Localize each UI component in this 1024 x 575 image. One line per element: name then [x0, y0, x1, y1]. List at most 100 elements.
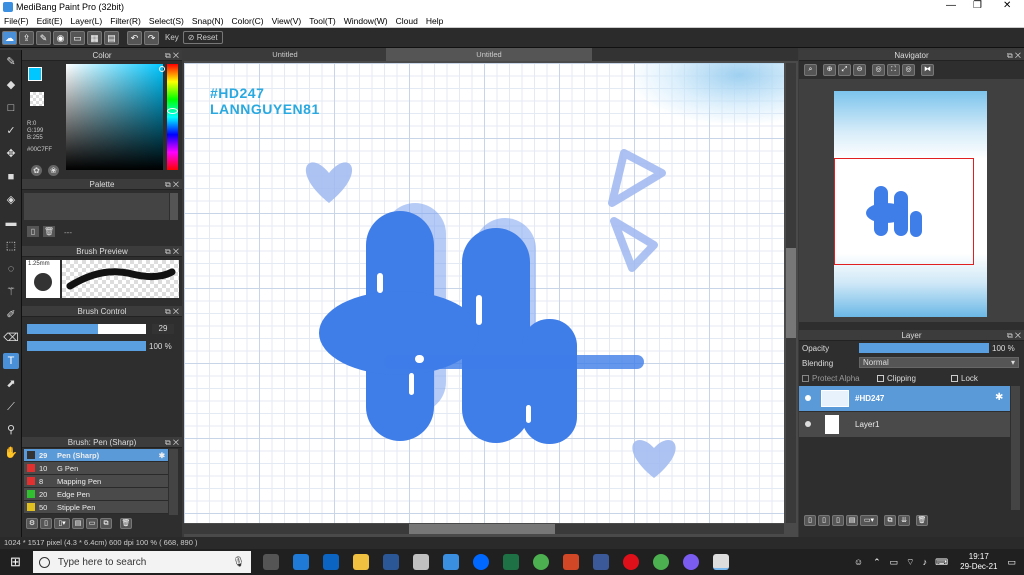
close-button[interactable]: ✕ — [1003, 0, 1011, 11]
halftone-layer-icon[interactable]: ▤ — [846, 515, 858, 526]
transparent-color-swatch[interactable] — [30, 92, 44, 106]
drawing-canvas[interactable]: #HD247 LANNGUYEN81 — [184, 63, 784, 523]
brush-item[interactable]: 8 Mapping Pen — [24, 475, 168, 488]
canvas-vertical-scrollbar[interactable] — [786, 63, 796, 523]
app-grid-icon[interactable] — [412, 554, 429, 570]
zoom-full-icon[interactable]: ⤢ — [838, 64, 851, 76]
merge-layer-icon[interactable]: ⇊ — [898, 515, 910, 526]
fill-rect-icon[interactable]: ■ — [3, 169, 19, 185]
add-brush-icon[interactable]: ▯▾ — [54, 517, 70, 529]
rotate-right-icon[interactable]: ◎ — [902, 64, 915, 76]
battery-icon[interactable]: ▭ — [890, 557, 899, 568]
tile-icon[interactable]: ▤ — [104, 30, 119, 45]
maximize-button[interactable]: ❐ — [973, 0, 982, 11]
menu-select[interactable]: Select(S) — [145, 16, 188, 26]
tab-untitled-2[interactable]: Untitled — [386, 48, 592, 61]
navigator-viewport-rect[interactable] — [834, 158, 974, 265]
volume-icon[interactable]: ♪ — [923, 557, 928, 567]
color-wheel-icon[interactable]: ✿ — [31, 165, 42, 176]
menu-cloud[interactable]: Cloud — [392, 16, 422, 26]
menu-filter[interactable]: Filter(R) — [106, 16, 145, 26]
chrome-icon[interactable] — [532, 554, 549, 570]
redo-icon[interactable]: ↷ — [144, 30, 159, 45]
brush-size-value[interactable]: 29 — [152, 324, 174, 334]
edge-browser-icon[interactable] — [292, 554, 309, 570]
zalo-icon[interactable] — [472, 554, 489, 570]
eye-icon[interactable] — [805, 395, 811, 401]
gradient-tool-icon[interactable]: ▬ — [3, 215, 19, 231]
duplicate-layer-icon[interactable]: ⧉ — [884, 515, 896, 526]
rotate-left-icon[interactable]: ◎ — [872, 64, 885, 76]
navigator-close-icon[interactable]: ⧉ ✕ — [1007, 50, 1021, 61]
protect-alpha-toggle[interactable]: Protect Alpha — [802, 374, 860, 383]
brush-item[interactable]: 50 Stipple Pen — [24, 501, 168, 514]
menu-edit[interactable]: Edit(E) — [33, 16, 67, 26]
reset-button[interactable]: ⊘ Reset — [182, 31, 223, 44]
magic-wand-icon[interactable]: ⚚ — [3, 284, 19, 300]
brush-size-slider[interactable] — [27, 324, 146, 334]
layer-row[interactable]: Layer1 — [799, 412, 1010, 437]
menu-file[interactable]: File(F) — [0, 16, 33, 26]
messenger-icon[interactable] — [682, 554, 699, 570]
window-icon[interactable]: ▭ — [70, 30, 85, 45]
new-brush-icon[interactable]: ▯ — [40, 517, 52, 529]
color-saturation-field[interactable] — [66, 64, 163, 170]
lock-checkbox[interactable] — [951, 375, 958, 382]
new-palette-icon[interactable]: ▯ — [27, 226, 39, 237]
clock[interactable]: 19:17 29-Dec-21 — [960, 552, 997, 572]
foreground-color-swatch[interactable] — [28, 67, 42, 81]
zoom-in-icon[interactable]: ⊕ — [823, 64, 836, 76]
flip-icon[interactable]: ⧓ — [921, 64, 934, 76]
hue-slider[interactable] — [167, 64, 178, 170]
eraser-tool-icon[interactable]: ◆ — [3, 77, 19, 93]
menu-view[interactable]: View(V) — [268, 16, 306, 26]
color-palette-icon[interactable]: ❀ — [48, 165, 59, 176]
zoom-fit-icon[interactable]: ⌕ — [804, 64, 817, 76]
layer-panel-close-icon[interactable]: ⧉ ✕ — [1007, 330, 1021, 341]
menu-help[interactable]: Help — [422, 16, 447, 26]
windows-start-icon[interactable]: ⊞ — [10, 554, 21, 570]
keyboard-lang-icon[interactable]: ⌨ — [935, 557, 948, 568]
horizontal-scroll-thumb[interactable] — [409, 524, 555, 534]
select-eraser-icon[interactable]: ⌫ — [3, 330, 19, 346]
fit-window-icon[interactable]: ⛶ — [887, 64, 900, 76]
color-picker-cursor[interactable] — [159, 66, 165, 72]
undo-icon[interactable]: ↶ — [127, 30, 142, 45]
facebook-icon[interactable] — [592, 554, 609, 570]
layer-settings-gear-icon[interactable]: ✱ — [995, 392, 1003, 403]
zoom-out-icon[interactable]: ⊖ — [853, 64, 866, 76]
medibang-taskbar-icon[interactable] — [712, 554, 729, 570]
palette-swatch-area[interactable] — [24, 193, 169, 220]
palette-scrollbar[interactable] — [170, 193, 178, 220]
check-tool-icon[interactable]: ✓ — [3, 123, 19, 139]
notification-icon[interactable]: ▭ — [1007, 557, 1016, 568]
network-app-icon[interactable] — [442, 554, 459, 570]
tray-chevron-up-icon[interactable]: ⌃ — [873, 557, 881, 568]
operation-tool-icon[interactable]: ⬈ — [3, 376, 19, 392]
new-layer-icon[interactable]: ▯ — [804, 515, 816, 526]
eye-icon[interactable] — [805, 421, 811, 427]
select-pen-icon[interactable]: ✐ — [3, 307, 19, 323]
export-icon[interactable]: ⇪ — [19, 30, 34, 45]
taskbar-search-box[interactable]: Type here to search 🎙 — [32, 551, 251, 573]
delete-layer-icon[interactable]: 🗑 — [916, 515, 928, 526]
powerpoint-icon[interactable] — [562, 554, 579, 570]
wifi-icon[interactable]: ⌔ — [906, 557, 914, 568]
brush-list-scrollbar[interactable] — [169, 449, 178, 515]
word-icon[interactable] — [382, 554, 399, 570]
brush-control-close-icon[interactable]: ⧉ ✕ — [165, 306, 179, 317]
menu-window[interactable]: Window(W) — [340, 16, 392, 26]
protect-alpha-checkbox[interactable] — [802, 375, 809, 382]
panel-close-icon[interactable]: ⧉ ✕ — [165, 50, 179, 61]
duplicate-brush-icon[interactable]: ⧉ — [100, 517, 112, 529]
brush-item[interactable]: 29 Pen (Sharp) ✱ — [24, 449, 168, 462]
vertical-scroll-thumb[interactable] — [786, 248, 796, 338]
eyedropper-tool-icon[interactable]: ⚲ — [3, 422, 19, 438]
cloud-icon[interactable]: ☁ — [2, 30, 17, 45]
task-view-icon[interactable] — [262, 554, 279, 570]
new-layer-1bit-icon[interactable]: ▯ — [832, 515, 844, 526]
excel-icon[interactable] — [502, 554, 519, 570]
store-icon[interactable] — [322, 554, 339, 570]
microphone-icon[interactable]: 🎙 — [232, 557, 245, 568]
divide-tool-icon[interactable]: ⟋ — [3, 399, 19, 415]
